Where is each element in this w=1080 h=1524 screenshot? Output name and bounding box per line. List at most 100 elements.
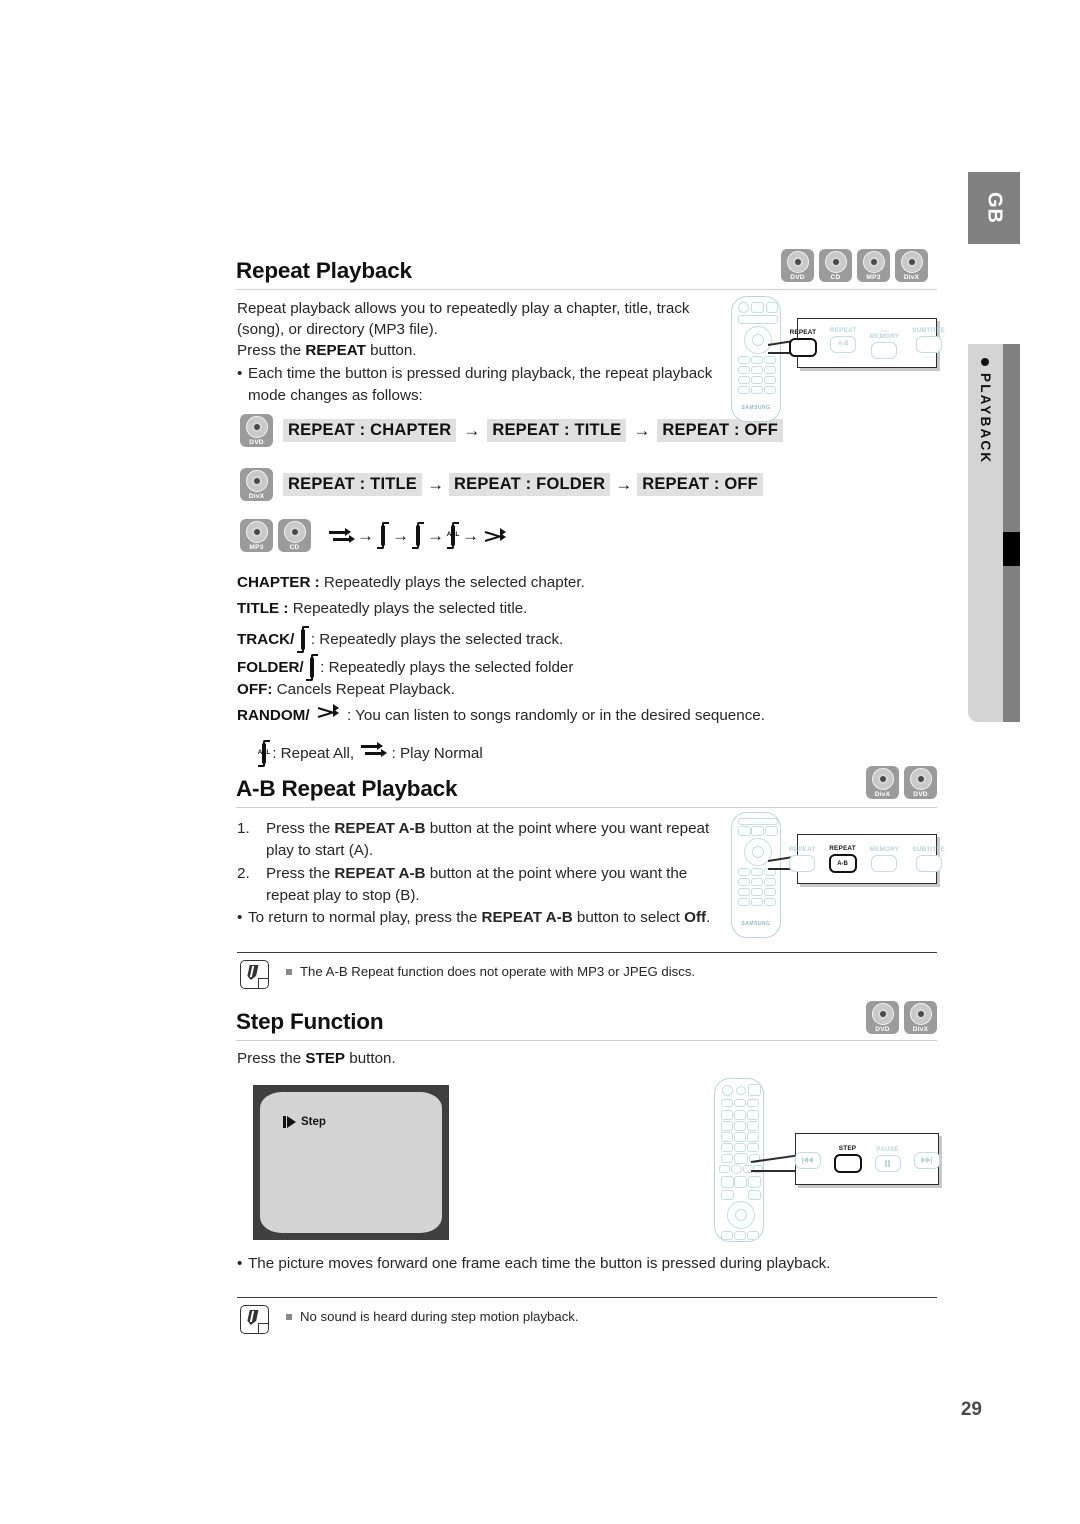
remote-key — [721, 1143, 733, 1152]
section-rail-label-wrap: PLAYBACK — [968, 358, 1003, 688]
callout-button-pause: PAUSE — [874, 1146, 901, 1172]
heading-step-function: Step Function — [236, 1009, 384, 1034]
remote-key — [738, 386, 750, 394]
callout-button-repeat-ab: REPEAT A-B ▭▭▭ — [829, 326, 857, 360]
remote-key-step — [734, 1153, 748, 1164]
disc-badge-dvd: DVD — [240, 414, 273, 447]
remote-key — [738, 818, 778, 825]
bullet-icon: • — [237, 909, 243, 926]
tv-osd-step: Step — [283, 1116, 326, 1128]
definition-off: OFF: Cancels Repeat Playback. — [237, 679, 455, 701]
note-rule-1 — [237, 952, 937, 953]
legend-normal-text: : Play Normal — [391, 745, 483, 762]
remote-brand: SAMSUNG — [741, 921, 771, 927]
disc-badge-mp3: MP3 — [857, 249, 890, 282]
language-tab: GB — [968, 172, 1020, 244]
disc-badge-label: DVD — [913, 790, 928, 798]
repeat-folder-icon — [414, 522, 422, 550]
disc-icon — [786, 251, 809, 274]
disc-badge-divx: DivX — [866, 766, 899, 799]
callout-button-prev — [794, 1150, 821, 1169]
callout-key-underline: ▭▭▭ — [837, 354, 849, 360]
remote-key — [747, 1099, 759, 1107]
step-button-name: STEP — [305, 1050, 346, 1067]
disc-badge-dvd: DVD — [781, 249, 814, 282]
disc-icon — [871, 1003, 894, 1026]
callout-button-memory: MEMORY — [870, 846, 900, 872]
disc-badge-label: DVD — [249, 438, 264, 446]
step-bullet-text: The picture moves forward one frame each… — [248, 1255, 831, 1272]
arrow-right-icon: → — [462, 525, 479, 545]
remote-number-key — [734, 1110, 746, 1120]
remote-number-key — [747, 1132, 759, 1142]
remote-key-subtitle — [915, 855, 942, 872]
callout-leader-line — [751, 1170, 799, 1172]
callout-button-subtitle: SUBTITLE — [912, 846, 945, 872]
remote-key — [747, 1231, 759, 1240]
ab-step-2-number: 2. — [237, 865, 250, 882]
remote-key-repeat-ab: A-B — [828, 854, 857, 873]
remote-key — [764, 898, 776, 906]
definition-desc: Repeatedly plays the selected title. — [288, 600, 528, 617]
flow-chip: REPEAT : TITLE — [487, 419, 627, 442]
flow-dvd: DVD REPEAT : CHAPTER → REPEAT : TITLE → … — [240, 414, 784, 447]
remote-key-prev — [794, 1151, 821, 1169]
remote-key — [751, 366, 763, 374]
section-rail: PLAYBACK — [968, 344, 1020, 722]
definition-term: OFF: — [237, 681, 273, 698]
step-frame-icon — [283, 1116, 298, 1128]
arrow-right-icon: → — [615, 474, 633, 494]
callout-buttons: STEP PAUSE — [794, 1134, 940, 1184]
disc-badge-label: MP3 — [249, 543, 264, 551]
callout-buttons: REPEAT REPEAT A-B ▭▭▭ ▭▭ MEMORY SUBTITLE… — [788, 319, 945, 367]
arrow-right-icon: → — [357, 525, 374, 545]
remote-key — [751, 826, 764, 836]
disc-badge-dvd: DVD — [866, 1001, 899, 1034]
step-intro: Press the STEP button. — [237, 1050, 396, 1067]
remote-key — [751, 878, 763, 886]
callout-button-subtitle: SUBTITLE ▭▭▭ — [912, 326, 946, 360]
disc-badge-label: DVD — [790, 273, 805, 281]
ab-step-2-line2: repeat play to stop (B). — [266, 887, 420, 904]
tv-illustration: Step — [253, 1085, 449, 1240]
ab-step-1-number: 1. — [237, 820, 250, 837]
repeat-bullet-1-line2: mode changes as follows: — [248, 386, 423, 404]
remote-brand: SAMSUNG — [741, 405, 771, 411]
t: button. — [365, 342, 417, 359]
disc-icon — [909, 768, 932, 791]
remote-key — [731, 1164, 742, 1174]
callout-button-repeat-ab: REPEAT A-B — [828, 845, 857, 873]
tv-screen: Step — [260, 1092, 442, 1233]
remote-key — [751, 386, 763, 394]
definition-term: TRACK/ — [237, 631, 295, 648]
remote-key — [764, 376, 776, 384]
random-icon — [484, 527, 507, 544]
repeat-ab-button-name: REPEAT A-B — [334, 820, 426, 837]
remote-number-key — [734, 1132, 746, 1142]
flow-chip: REPEAT : CHAPTER — [283, 419, 457, 442]
callout-button-next — [913, 1150, 940, 1169]
heading-repeat-playback: Repeat Playback — [236, 258, 412, 283]
section-rail-text: PLAYBACK — [978, 373, 993, 465]
remote-key — [765, 826, 778, 836]
callout-button-memory: ▭▭ MEMORY — [870, 328, 900, 359]
random-icon — [317, 704, 340, 720]
repeat-track-icon — [379, 522, 387, 550]
folded-corner — [258, 978, 268, 988]
bullet-icon: • — [237, 365, 243, 382]
definition-term: RANDOM/ — [237, 707, 310, 724]
arrow-right-icon: → — [427, 474, 444, 494]
repeat-ab-button-name: REPEAT A-B — [481, 909, 573, 926]
ab-step-1-line2: play to start (A). — [266, 842, 374, 859]
remote-key — [751, 302, 764, 313]
remote-key — [719, 1165, 730, 1173]
definition-desc: Repeatedly plays the selected chapter. — [319, 574, 585, 591]
flow-chip: REPEAT : FOLDER — [449, 473, 611, 496]
remote-key — [738, 315, 778, 324]
disc-badge-label: CD — [289, 543, 300, 551]
disc-badge-divx: DivX — [895, 249, 928, 282]
flow-chip: REPEAT : TITLE — [283, 473, 422, 496]
remote-number-key — [747, 1110, 759, 1120]
arrow-right-icon: → — [463, 420, 481, 440]
disc-badges-repeat: DVD CD MP3 DivX — [781, 249, 928, 282]
